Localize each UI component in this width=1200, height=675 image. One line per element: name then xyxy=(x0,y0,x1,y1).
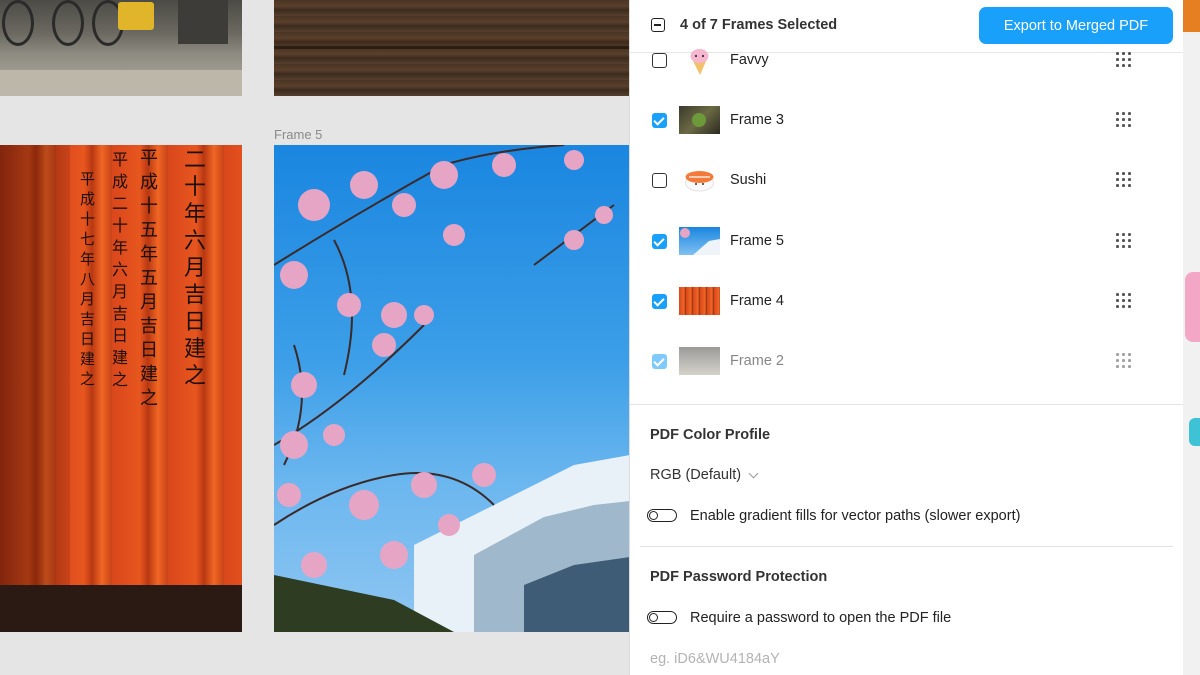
frame-name: Frame 2 xyxy=(730,353,784,369)
frame-checkbox[interactable] xyxy=(652,173,667,188)
color-profile-value: RGB (Default) xyxy=(650,467,742,483)
drag-handle-icon[interactable] xyxy=(1116,112,1132,128)
torii-inscription: 平成十五年五月吉日建之 xyxy=(140,148,158,409)
drag-handle-icon[interactable] xyxy=(1116,293,1132,309)
frame-name: Frame 3 xyxy=(730,112,784,128)
adjacent-frame-edge xyxy=(1183,0,1200,675)
drag-handle-icon[interactable] xyxy=(1116,233,1132,249)
matcha-photo-thumbnail xyxy=(679,106,720,134)
color-profile-select[interactable]: RGB (Default) xyxy=(650,467,759,483)
torii-inscription: 平成十七年八月吉日建之 xyxy=(80,170,96,388)
password-protection-title: PDF Password Protection xyxy=(650,569,828,585)
frame-checkbox[interactable] xyxy=(652,294,667,309)
password-input[interactable] xyxy=(650,648,1130,670)
section-divider xyxy=(630,404,1183,405)
edge-pink-shape xyxy=(1185,272,1200,342)
fuji-blossom-illustration xyxy=(274,145,630,632)
sushi-icon xyxy=(679,166,720,194)
street-floor xyxy=(0,70,242,96)
frame-checkbox[interactable] xyxy=(652,53,667,68)
frame-checkbox[interactable] xyxy=(652,113,667,128)
fuji-photo-frame[interactable] xyxy=(274,145,630,632)
frame-list-item[interactable]: Frame 4 xyxy=(630,276,1183,326)
password-toggle-label: Require a password to open the PDF file xyxy=(690,610,952,626)
frame-checkbox[interactable] xyxy=(652,234,667,249)
frame-list-item[interactable]: Favvy xyxy=(630,35,1183,85)
selection-count-title: 4 of 7 Frames Selected xyxy=(680,17,838,33)
frame-list-item[interactable]: Sushi xyxy=(630,155,1183,205)
frame-list-item[interactable]: Frame 2 xyxy=(630,336,1183,386)
frame-name: Frame 5 xyxy=(730,233,784,249)
torii-photo-thumbnail xyxy=(679,287,720,315)
torii-inscription: 二十年六月吉日建之 xyxy=(184,148,207,389)
torii-inscription: 平成二十年六月吉日建之 xyxy=(112,150,129,389)
street-photo-thumbnail xyxy=(679,347,720,375)
street-photo-frame[interactable] xyxy=(0,0,242,96)
fuji-photo-thumbnail xyxy=(679,227,720,255)
gradient-fills-label: Enable gradient fills for vector paths (… xyxy=(690,508,1021,524)
drag-handle-icon[interactable] xyxy=(1116,353,1132,369)
frame-checkbox[interactable] xyxy=(652,354,667,369)
frame-list-item[interactable]: Frame 5 xyxy=(630,216,1183,266)
wood-seam xyxy=(274,46,630,49)
dark-rack xyxy=(178,0,228,44)
frame5-label[interactable]: Frame 5 xyxy=(274,127,322,142)
bicycle-wheel xyxy=(2,0,34,46)
gradient-fills-toggle[interactable] xyxy=(647,509,677,522)
export-pdf-panel: 4 of 7 Frames Selected Export to Merged … xyxy=(630,0,1183,675)
drag-handle-icon[interactable] xyxy=(1116,52,1132,68)
section-divider xyxy=(640,546,1173,547)
select-all-checkbox[interactable] xyxy=(651,18,665,32)
wood-photo-frame[interactable] xyxy=(274,0,630,96)
torii-photo-frame[interactable]: 平成十七年八月吉日建之 平成二十年六月吉日建之 平成十五年五月吉日建之 二十年六… xyxy=(0,145,242,632)
frame-name: Sushi xyxy=(730,172,767,188)
edge-cyan-shape xyxy=(1189,418,1200,446)
edge-orange-block xyxy=(1183,0,1200,32)
color-profile-title: PDF Color Profile xyxy=(650,427,771,443)
yellow-sign xyxy=(118,2,154,30)
password-toggle[interactable] xyxy=(647,611,677,624)
frame-list-item[interactable]: Frame 3 xyxy=(630,95,1183,145)
torii-base xyxy=(0,585,242,632)
frame-name: Favvy xyxy=(730,52,769,68)
bicycle-wheel xyxy=(52,0,84,46)
frame-name: Frame 4 xyxy=(730,293,784,309)
chevron-down-icon xyxy=(748,468,759,479)
drag-handle-icon[interactable] xyxy=(1116,172,1132,188)
ice-cream-icon xyxy=(679,47,720,75)
torii-shade xyxy=(0,145,70,632)
